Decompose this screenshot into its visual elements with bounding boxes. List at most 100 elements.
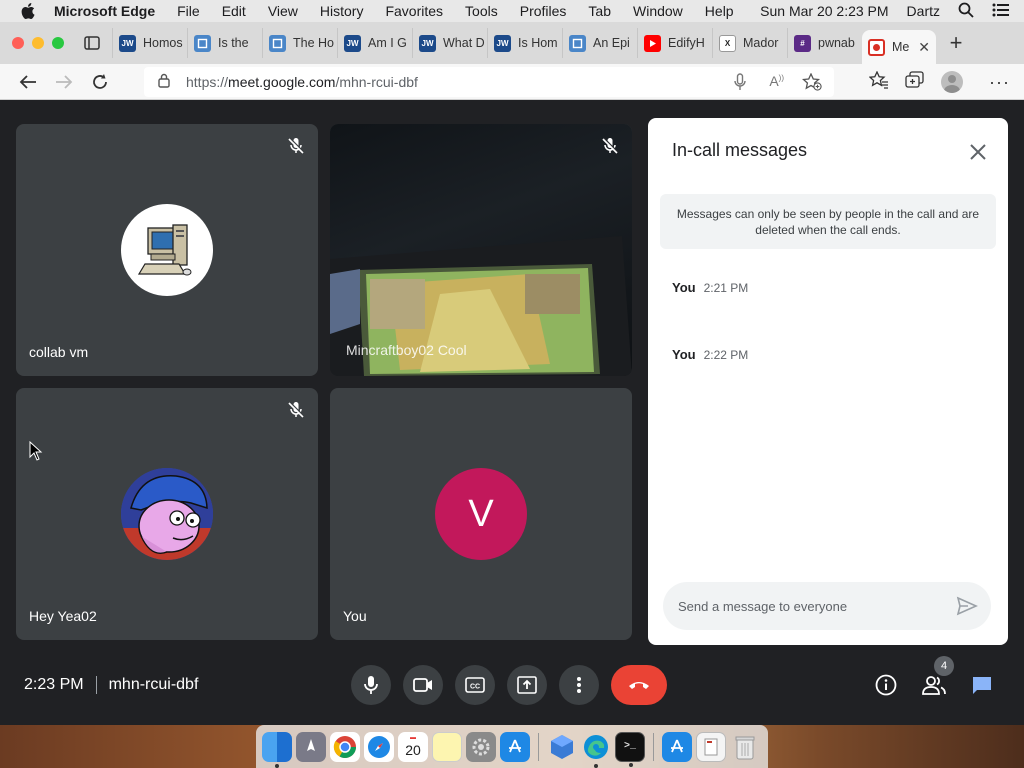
close-panel-button[interactable] (966, 140, 990, 164)
menubar-user[interactable]: Dartz (907, 3, 940, 19)
system-preferences-icon[interactable] (466, 731, 496, 762)
tab-actions-icon[interactable] (80, 32, 104, 54)
menu-view[interactable]: View (268, 3, 298, 19)
edge-icon[interactable] (581, 732, 611, 768)
message-input[interactable] (678, 598, 938, 614)
end-call-button[interactable] (611, 665, 667, 705)
more-menu-icon[interactable]: ··· (989, 72, 1010, 93)
in-call-messages-panel: In-call messages Messages can only be se… (648, 118, 1008, 645)
muted-microphone-icon (286, 400, 306, 420)
tab-label: Me (892, 40, 910, 54)
microphone-icon[interactable] (734, 73, 746, 94)
browser-tab[interactable]: JW What D (412, 28, 487, 58)
terminal-icon[interactable]: >_ (615, 731, 645, 767)
menu-file[interactable]: File (177, 3, 200, 19)
url-prefix: https:// (186, 74, 229, 90)
forward-button[interactable] (46, 67, 82, 97)
present-screen-button[interactable] (507, 665, 547, 705)
app-store-icon[interactable] (500, 731, 530, 762)
calendar-icon[interactable]: ▬ 20 (398, 731, 428, 762)
xcode-icon[interactable] (547, 732, 577, 762)
close-window-button[interactable] (12, 37, 24, 49)
participant-tile[interactable]: Hey Yea02 (16, 388, 318, 640)
documents-icon[interactable] (696, 731, 726, 762)
svg-text:CC: CC (470, 684, 480, 691)
browser-tab[interactable]: JW Is Hom (487, 28, 562, 58)
message-sender: You (672, 347, 696, 362)
jw-favicon-icon: JW (419, 34, 436, 52)
favorites-icon[interactable] (868, 69, 889, 94)
menu-profiles[interactable]: Profiles (520, 3, 567, 19)
meeting-info: 2:23 PM mhn-rcui-dbf (24, 676, 198, 694)
refresh-button[interactable] (82, 67, 118, 97)
back-button[interactable] (10, 67, 46, 97)
microphone-toggle-button[interactable] (351, 665, 391, 705)
meeting-time: 2:23 PM (24, 676, 84, 693)
app-store-icon[interactable] (662, 731, 692, 762)
running-indicator (594, 763, 598, 768)
apple-icon[interactable] (17, 0, 39, 22)
meeting-code: mhn-rcui-dbf (108, 676, 199, 693)
menu-edit[interactable]: Edit (222, 3, 246, 19)
control-center-icon[interactable] (992, 3, 1010, 20)
message-sender: You (672, 280, 696, 295)
jw-favicon-icon: JW (494, 34, 511, 52)
meeting-details-icon[interactable] (871, 670, 901, 700)
menu-favorites[interactable]: Favorites (385, 3, 443, 19)
search-icon[interactable] (958, 2, 974, 21)
collections-icon[interactable] (905, 70, 925, 94)
menu-history[interactable]: History (320, 3, 364, 19)
address-bar[interactable]: https://meet.google.com/mhn-rcui-dbf A)) (144, 67, 834, 97)
browser-tab-active[interactable]: Me ✕ (862, 30, 936, 64)
mouse-pointer-icon (29, 440, 43, 461)
document-favicon-icon (569, 34, 586, 52)
browser-tab[interactable]: Is the (187, 28, 262, 58)
menu-tools[interactable]: Tools (465, 3, 498, 19)
browser-tab[interactable]: EdifyH (637, 28, 712, 58)
browser-tab[interactable]: JW Am I G (337, 28, 412, 58)
tab-label: The Ho (293, 36, 334, 50)
lock-icon[interactable] (158, 73, 170, 91)
menu-window[interactable]: Window (633, 3, 683, 19)
chat-icon[interactable] (967, 670, 997, 700)
tab-label: Homos (143, 36, 183, 50)
call-control-bar: 2:23 PM mhn-rcui-dbf CC 4 (0, 644, 1024, 724)
menu-help[interactable]: Help (705, 3, 734, 19)
browser-tab[interactable]: The Ho (262, 28, 337, 58)
launchpad-icon[interactable] (296, 731, 326, 762)
browser-tab[interactable]: An Epi (562, 28, 637, 58)
zoom-window-button[interactable] (52, 37, 64, 49)
url-path: /mhn-rcui-dbf (335, 74, 418, 90)
finder-icon[interactable] (262, 731, 292, 768)
menubar-clock[interactable]: Sun Mar 20 2:23 PM (760, 3, 888, 19)
profile-avatar-icon[interactable] (941, 71, 964, 93)
tab-label: pwnab (818, 36, 855, 50)
browser-tab[interactable]: # pwnab (787, 28, 862, 58)
close-tab-icon[interactable]: ✕ (918, 39, 930, 56)
participant-name: Mincraftboy02 Cool (346, 342, 467, 358)
tab-label: What D (443, 36, 485, 50)
browser-tab[interactable]: X Mador (712, 28, 787, 58)
safari-icon[interactable] (364, 731, 394, 762)
browser-tab[interactable]: JW Homos (112, 28, 187, 58)
notes-icon[interactable] (432, 731, 462, 762)
read-aloud-icon[interactable]: A)) (769, 73, 784, 89)
menu-tab[interactable]: Tab (588, 3, 611, 19)
more-options-icon[interactable] (559, 665, 599, 705)
jw-favicon-icon: JW (344, 34, 361, 52)
participant-tile-video[interactable]: Mincraftboy02 Cool (330, 124, 632, 376)
participant-tile[interactable]: collab vm (16, 124, 318, 376)
send-message-button[interactable] (955, 594, 979, 618)
new-tab-button[interactable]: + (936, 28, 976, 58)
app-name-menu[interactable]: Microsoft Edge (54, 3, 155, 19)
minimize-window-button[interactable] (32, 37, 44, 49)
tab-label: Mador (743, 36, 779, 50)
camera-toggle-button[interactable] (403, 665, 443, 705)
participant-tile-self[interactable]: V You (330, 388, 632, 640)
chat-notice: Messages can only be seen by people in t… (660, 194, 996, 249)
trash-icon[interactable] (730, 732, 760, 762)
chrome-icon[interactable] (330, 731, 360, 762)
captions-button[interactable]: CC (455, 665, 495, 705)
panel-title: In-call messages (672, 140, 808, 160)
add-favorite-icon[interactable] (801, 72, 822, 94)
